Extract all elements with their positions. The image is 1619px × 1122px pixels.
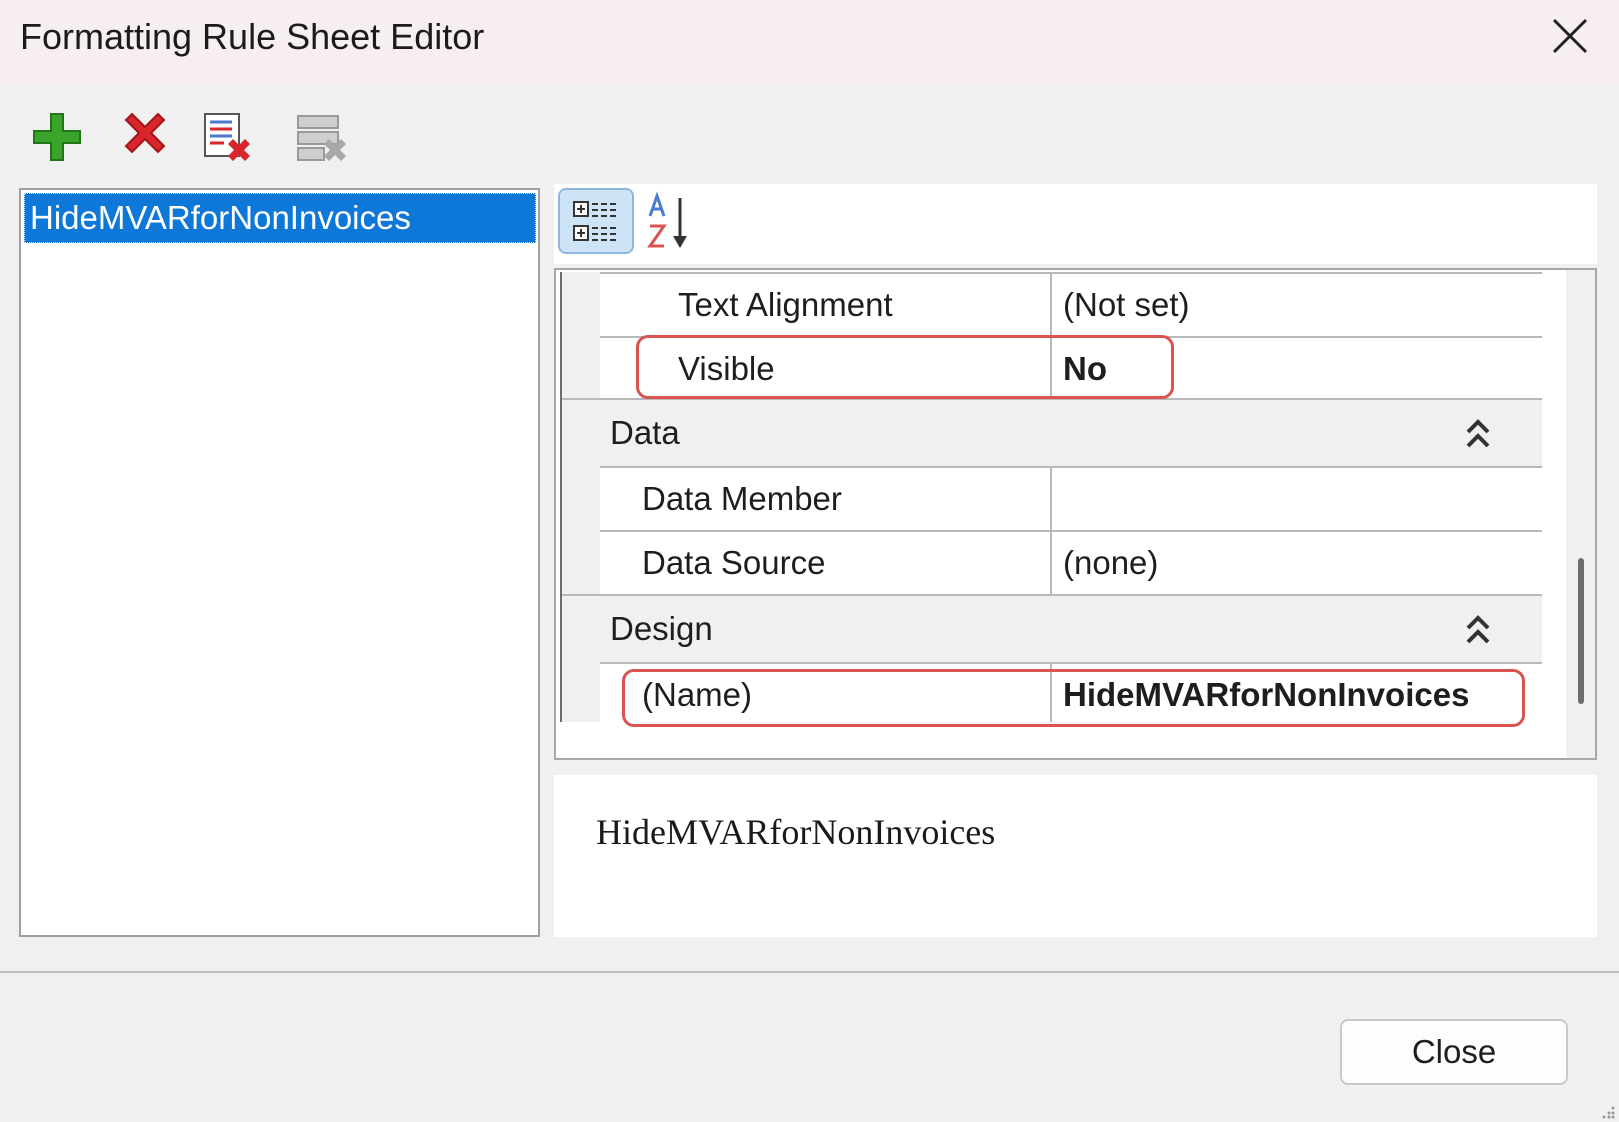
property-name: Text Alignment [678, 286, 893, 323]
delete-rule-button[interactable] [118, 110, 172, 164]
window-title: Formatting Rule Sheet Editor [20, 16, 485, 57]
alphabetical-view-button[interactable] [646, 190, 710, 254]
category-label: Data [610, 414, 680, 451]
category-data[interactable]: Data [562, 398, 1542, 468]
resize-grip-icon[interactable] [1600, 1104, 1616, 1120]
property-row-data-source[interactable]: Data Source (none) [600, 530, 1542, 594]
vertical-scrollbar[interactable] [1566, 270, 1595, 758]
scrollbar-thumb[interactable] [1578, 558, 1584, 704]
close-icon [1552, 18, 1588, 54]
rule-list-item[interactable]: HideMVARforNonInvoices [24, 193, 536, 243]
delete-icon [124, 112, 166, 154]
property-name: Data Source [642, 544, 826, 581]
add-icon [33, 113, 81, 161]
clear-disabled-icon [297, 115, 346, 161]
property-value[interactable]: (Not set) [1050, 274, 1542, 336]
property-value[interactable] [1050, 468, 1542, 530]
categorized-view-button[interactable] [558, 188, 634, 254]
rules-list[interactable]: HideMVARforNonInvoices [19, 188, 540, 937]
footer-divider [0, 971, 1619, 973]
category-design[interactable]: Design [562, 594, 1542, 664]
delete-sheet-button[interactable] [200, 110, 254, 164]
add-rule-button[interactable] [30, 110, 84, 164]
property-value[interactable]: (none) [1050, 532, 1542, 594]
highlight-name-row [622, 669, 1525, 727]
property-name: Data Member [642, 480, 842, 517]
category-label: Design [610, 610, 713, 647]
collapse-icon[interactable] [1462, 414, 1494, 454]
title-bar: Formatting Rule Sheet Editor [0, 0, 1619, 86]
alphabetical-sort-icon [647, 191, 687, 248]
collapse-icon[interactable] [1462, 610, 1494, 650]
categorized-icon [573, 201, 618, 241]
property-row-text-alignment[interactable]: Text Alignment (Not set) [600, 272, 1542, 336]
clear-rules-button[interactable] [294, 110, 348, 164]
property-grid-toolbar [554, 184, 1597, 264]
highlight-visible-row [636, 335, 1174, 399]
description-panel: HideMVARforNonInvoices [554, 775, 1597, 937]
window-close-button[interactable] [1548, 14, 1592, 58]
description-text: HideMVARforNonInvoices [596, 812, 996, 852]
delete-sheet-icon [204, 113, 250, 161]
property-row-data-member[interactable]: Data Member [600, 466, 1542, 530]
close-button[interactable]: Close [1340, 1019, 1568, 1085]
